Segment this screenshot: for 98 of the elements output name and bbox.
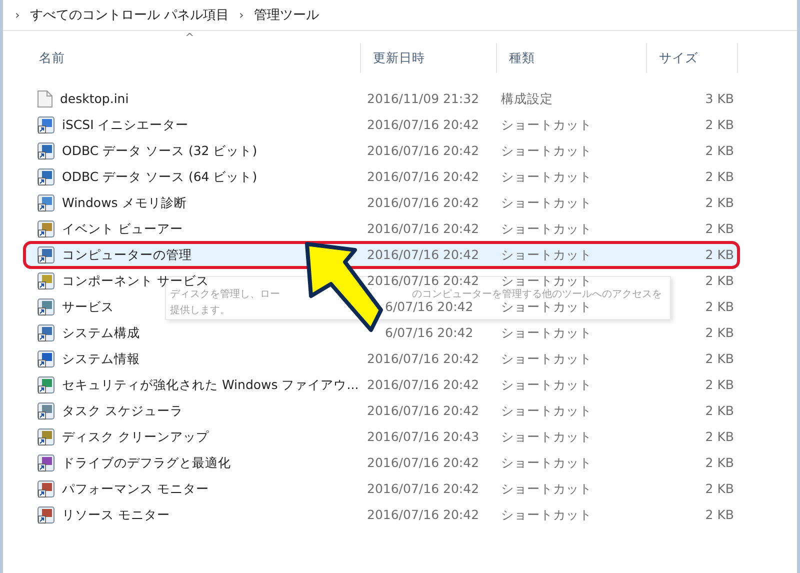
breadcrumb-item[interactable]: すべてのコントロール パネル項目 xyxy=(30,6,229,24)
shortcut-icon xyxy=(37,116,55,134)
file-size: 2 KB xyxy=(704,352,735,366)
shortcut-icon xyxy=(37,350,55,368)
file-size: 2 KB xyxy=(704,248,735,262)
modified-date: 2016/07/16 20:42 xyxy=(366,378,480,392)
file-type: ショートカット xyxy=(500,456,593,470)
file-type: ショートカット xyxy=(500,352,593,366)
file-size: 2 KB xyxy=(704,196,735,210)
chevron-icon: › xyxy=(238,8,244,22)
modified-date: 2016/07/16 20:42 xyxy=(366,508,480,522)
shortcut-icon xyxy=(37,246,55,264)
shortcut-icon xyxy=(37,142,55,160)
modified-date: 2016/07/16 20:42 xyxy=(366,196,480,210)
file-name[interactable]: システム情報 xyxy=(62,352,140,366)
shortcut-icon xyxy=(37,402,55,420)
file-type: ショートカット xyxy=(500,248,593,262)
modified-date: 2016/07/16 20:42 xyxy=(366,404,480,418)
breadcrumb-item[interactable]: 管理ツール xyxy=(254,6,319,24)
modified-date: 2016/07/16 20:42 xyxy=(366,222,480,236)
sort-indicator: ^ xyxy=(185,31,194,44)
file-type: ショートカット xyxy=(500,482,593,496)
shortcut-icon xyxy=(37,272,55,290)
shortcut-icon xyxy=(37,220,55,238)
file-type: ショートカット xyxy=(500,326,593,340)
file-size: 2 KB xyxy=(704,456,735,470)
shortcut-icon xyxy=(37,428,55,446)
shortcut-icon xyxy=(37,480,55,498)
file-type: ショートカット xyxy=(500,378,593,392)
file-size: 2 KB xyxy=(704,144,735,158)
file-type: ショートカット xyxy=(500,274,593,288)
modified-date: 2016/07/16 20:42 xyxy=(366,274,480,288)
shortcut-icon xyxy=(37,506,55,524)
modified-date: 2016/07/16 20:42 xyxy=(366,118,480,132)
file-type: ショートカット xyxy=(500,118,593,132)
shortcut-icon xyxy=(37,194,55,212)
modified-date: 2016/07/16 20:42 xyxy=(366,170,480,184)
modified-date: 6/07/16 20:42 xyxy=(384,300,474,314)
file-size: 2 KB xyxy=(704,378,735,392)
file-size: 2 KB xyxy=(704,222,735,236)
modified-date: 2016/11/09 21:32 xyxy=(366,92,480,106)
file-type: ショートカット xyxy=(500,508,593,522)
shortcut-icon xyxy=(37,324,55,342)
file-name[interactable]: イベント ビューアー xyxy=(62,222,183,236)
file-type: ショートカット xyxy=(500,170,593,184)
modified-date: 2016/07/16 20:42 xyxy=(366,456,480,470)
file-type: ショートカット xyxy=(500,404,593,418)
selected-file-row[interactable]: コンピューターの管理 2016/07/16 20:42 ショートカット 2 KB xyxy=(25,243,738,267)
modified-date: 2016/07/16 20:43 xyxy=(366,430,480,444)
shortcut-icon xyxy=(37,376,55,394)
file-type: ショートカット xyxy=(500,300,593,314)
file-size: 2 KB xyxy=(704,300,735,314)
modified-date: 2016/07/16 20:42 xyxy=(366,352,480,366)
column-header[interactable]: 更新日時 xyxy=(361,43,497,73)
column-header[interactable]: サイズ xyxy=(647,43,738,73)
file-name[interactable]: Windows メモリ診断 xyxy=(62,196,187,210)
modified-date: 6/07/16 20:42 xyxy=(384,326,474,340)
tooltip-text: のコンピューターを管理する他のツールへのアクセスを xyxy=(412,290,662,300)
file-name[interactable]: リソース モニター xyxy=(62,508,170,522)
file-name[interactable]: セキュリティが強化された Windows ファイアウ... xyxy=(62,378,359,392)
file-name[interactable]: システム構成 xyxy=(62,326,140,340)
file-type: ショートカット xyxy=(500,222,593,236)
tooltip-text: 提供します。 xyxy=(170,306,230,316)
file-size: 2 KB xyxy=(704,404,735,418)
file-size: 2 KB xyxy=(704,482,735,496)
column-header[interactable]: 種類 xyxy=(497,43,647,73)
file-name[interactable]: サービス xyxy=(62,300,114,314)
shortcut-icon xyxy=(37,298,55,316)
file-type: ショートカット xyxy=(500,196,593,210)
column-header[interactable]: 名前 xyxy=(25,43,361,73)
modified-date: 2016/07/16 20:42 xyxy=(366,144,480,158)
file-type: ショートカット xyxy=(500,144,593,158)
modified-date: 2016/07/16 20:42 xyxy=(366,248,480,262)
tooltip-text: ディスクを管理し、ロー xyxy=(170,290,280,300)
file-size: 2 KB xyxy=(704,170,735,184)
shortcut-icon xyxy=(37,168,55,186)
file-name[interactable]: ODBC データ ソース (64 ビット) xyxy=(62,170,258,184)
file-type: ショートカット xyxy=(500,430,593,444)
modified-date: 2016/07/16 20:42 xyxy=(366,482,480,496)
file-name[interactable]: iSCSI イニシエーター xyxy=(62,118,189,132)
file-name[interactable]: ODBC データ ソース (32 ビット) xyxy=(62,144,258,158)
file-type: 構成設定 xyxy=(500,92,554,106)
file-name[interactable]: コンピューターの管理 xyxy=(62,248,192,262)
file-size: 2 KB xyxy=(704,118,735,132)
file-size: 2 KB xyxy=(704,508,735,522)
file-name[interactable]: ディスク クリーンアップ xyxy=(62,430,209,444)
file-size: 3 KB xyxy=(704,92,735,106)
document-icon xyxy=(37,90,53,108)
file-name[interactable]: タスク スケジューラ xyxy=(62,404,183,418)
file-size: 2 KB xyxy=(704,430,735,444)
file-name[interactable]: パフォーマンス モニター xyxy=(62,482,209,496)
file-size: 2 KB xyxy=(704,326,735,340)
file-size: 2 KB xyxy=(704,274,735,288)
file-name[interactable]: ドライブのデフラグと最適化 xyxy=(62,456,231,470)
file-name[interactable]: desktop.ini xyxy=(60,92,129,106)
shortcut-icon xyxy=(37,454,55,472)
file-name[interactable]: コンポーネント サービス xyxy=(62,274,209,288)
chevron-icon: › xyxy=(15,8,20,22)
